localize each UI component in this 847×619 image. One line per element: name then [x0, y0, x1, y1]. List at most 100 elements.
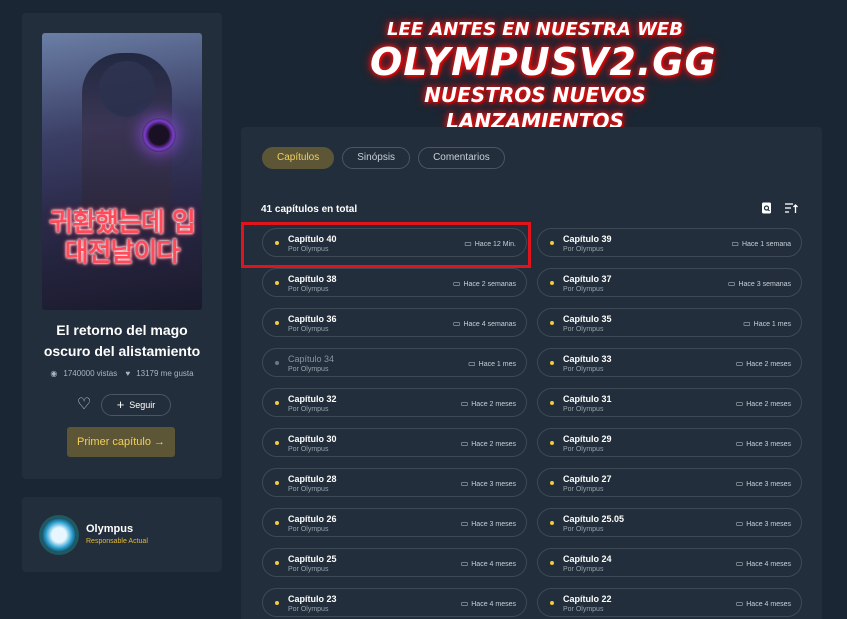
calendar-icon: ▭ [468, 359, 476, 368]
chapter-item[interactable]: Capítulo 28 Por Olympus ▭ Hace 3 meses [262, 468, 527, 497]
chapter-author: Por Olympus [288, 246, 329, 253]
chapter-author: Por Olympus [288, 326, 329, 333]
chapter-title: Capítulo 24 [563, 554, 612, 564]
owner-card: Olympus Responsable Actual [22, 497, 222, 572]
owner-avatar[interactable] [42, 518, 76, 552]
chapter-time: ▭ Hace 3 meses [736, 439, 791, 448]
calendar-icon: ▭ [731, 239, 739, 248]
unread-dot [550, 361, 554, 365]
chapter-time: ▭ Hace 2 meses [461, 439, 516, 448]
chapter-time: ▭ Hace 4 meses [461, 599, 516, 608]
chapter-time-label: Hace 4 meses [746, 601, 791, 608]
tab-chapters[interactable]: Capítulos [262, 147, 335, 169]
chapter-item[interactable]: Capítulo 24 Por Olympus ▭ Hace 4 meses [537, 548, 802, 577]
chapter-item[interactable]: Capítulo 33 Por Olympus ▭ Hace 2 meses [537, 348, 802, 377]
chapter-total-count: 41 capítulos en total [261, 204, 358, 215]
chapter-time: ▭ Hace 2 meses [736, 359, 791, 368]
chapter-time-label: Hace 1 semana [741, 241, 791, 248]
chapter-time: ▭ Hace 4 meses [461, 559, 516, 568]
calendar-icon: ▭ [727, 279, 736, 288]
chapter-title: Capítulo 26 [288, 514, 337, 524]
unread-dot [550, 521, 554, 525]
calendar-icon: ▭ [735, 399, 744, 408]
chapter-item[interactable]: Capítulo 30 Por Olympus ▭ Hace 2 meses [262, 428, 527, 457]
chapter-author: Por Olympus [563, 246, 604, 253]
unread-dot [550, 401, 554, 405]
chapter-author: Por Olympus [563, 526, 604, 533]
chapter-title: Capítulo 37 [563, 274, 612, 284]
follow-button[interactable]: + Seguir [101, 394, 171, 416]
chapter-title: Capítulo 35 [563, 314, 612, 324]
follow-label: Seguir [129, 400, 156, 410]
chapter-time: ▭ Hace 4 meses [736, 599, 791, 608]
chapter-time-label: Hace 3 meses [471, 481, 516, 488]
chapter-title: Capítulo 25.05 [563, 514, 625, 524]
chapter-item[interactable]: Capítulo 38 Por Olympus ▭ Hace 2 semanas [262, 268, 527, 297]
chapter-item[interactable]: Capítulo 26 Por Olympus ▭ Hace 3 meses [262, 508, 527, 537]
unread-dot [275, 281, 279, 285]
chapter-title: Capítulo 28 [288, 474, 337, 484]
chapter-title: Capítulo 36 [288, 314, 337, 324]
chapter-time: ▭ Hace 3 meses [461, 519, 516, 528]
chapter-time: ▭ Hace 2 meses [736, 399, 791, 408]
chapter-time: ▭ Hace 2 meses [461, 399, 516, 408]
chapter-title: Capítulo 27 [563, 474, 612, 484]
chapter-item[interactable]: Capítulo 40 Por Olympus ▭ Hace 12 Min. [262, 228, 527, 257]
banner-line-2: OLYMPUSV2.GG [370, 40, 717, 84]
chapter-title: Capítulo 40 [288, 234, 337, 244]
calendar-icon: ▭ [452, 319, 461, 328]
chapter-item[interactable]: Capítulo 34 Por Olympus ▭ Hace 1 mes [262, 348, 527, 377]
chapter-time-label: Hace 2 meses [746, 361, 791, 368]
sort-icon[interactable] [785, 202, 799, 216]
search-icon[interactable] [761, 202, 775, 216]
chapter-item[interactable]: Capítulo 25 Por Olympus ▭ Hace 4 meses [262, 548, 527, 577]
chapter-item[interactable]: Capítulo 32 Por Olympus ▭ Hace 2 meses [262, 388, 527, 417]
chapter-title: Capítulo 39 [563, 234, 612, 244]
chapter-item[interactable]: Capítulo 31 Por Olympus ▭ Hace 2 meses [537, 388, 802, 417]
series-cover-image[interactable]: 귀환했는데 입대전날이다 [42, 33, 202, 310]
series-info-card: 귀환했는데 입대전날이다 El retorno del mago oscuro … [22, 13, 222, 479]
chapter-item[interactable]: Capítulo 35 Por Olympus ▭ Hace 1 mes [537, 308, 802, 337]
chapter-item[interactable]: Capítulo 37 Por Olympus ▭ Hace 3 semanas [537, 268, 802, 297]
unread-dot [550, 321, 554, 325]
chapter-time-label: Hace 3 meses [746, 441, 791, 448]
unread-dot [275, 601, 279, 605]
owner-name[interactable]: Olympus [86, 523, 133, 535]
first-chapter-button[interactable]: Primer capítulo → [67, 427, 175, 457]
chapter-item[interactable]: Capítulo 22 Por Olympus ▭ Hace 4 meses [537, 588, 802, 617]
chapter-time-label: Hace 1 mes [478, 361, 516, 368]
calendar-icon: ▭ [460, 599, 469, 608]
chapter-title: Capítulo 25 [288, 554, 337, 564]
promo-banner[interactable]: LEE ANTES EN NUESTRA WEB OLYMPUSV2.GG NU… [370, 18, 717, 134]
unread-dot [275, 361, 279, 365]
calendar-icon: ▭ [464, 239, 472, 248]
chapter-time: ▭ Hace 2 semanas [453, 279, 516, 288]
heart-icon[interactable]: ♡ [75, 396, 93, 414]
chapter-title: Capítulo 30 [288, 434, 337, 444]
chapter-author: Por Olympus [288, 606, 329, 613]
chapter-time-label: Hace 12 Min. [474, 241, 516, 248]
chapter-author: Por Olympus [563, 486, 604, 493]
chapter-item[interactable]: Capítulo 29 Por Olympus ▭ Hace 3 meses [537, 428, 802, 457]
chapter-time: ▭ Hace 4 meses [736, 559, 791, 568]
chapter-time-label: Hace 2 semanas [463, 281, 516, 288]
chapter-time: ▭ Hace 12 Min. [464, 239, 516, 248]
chapter-item[interactable]: Capítulo 27 Por Olympus ▭ Hace 3 meses [537, 468, 802, 497]
calendar-icon: ▭ [735, 599, 744, 608]
unread-dot [275, 441, 279, 445]
chapter-item[interactable]: Capítulo 36 Por Olympus ▭ Hace 4 semanas [262, 308, 527, 337]
unread-dot [275, 561, 279, 565]
unread-dot [275, 521, 279, 525]
chapter-time-label: Hace 2 meses [471, 401, 516, 408]
chapter-time-label: Hace 4 meses [746, 561, 791, 568]
chapter-time-label: Hace 3 meses [471, 521, 516, 528]
chapter-time: ▭ Hace 3 meses [461, 479, 516, 488]
chapter-author: Por Olympus [563, 566, 604, 573]
chapter-item[interactable]: Capítulo 25.05 Por Olympus ▭ Hace 3 meses [537, 508, 802, 537]
calendar-icon: ▭ [735, 439, 744, 448]
chapter-item[interactable]: Capítulo 23 Por Olympus ▭ Hace 4 meses [262, 588, 527, 617]
series-title: El retorno del mago oscuro del alistamie… [43, 322, 201, 359]
tab-comments[interactable]: Comentarios [418, 147, 505, 169]
tab-synopsis[interactable]: Sinópsis [342, 147, 411, 169]
chapter-item[interactable]: Capítulo 39 Por Olympus ▭ Hace 1 semana [537, 228, 802, 257]
